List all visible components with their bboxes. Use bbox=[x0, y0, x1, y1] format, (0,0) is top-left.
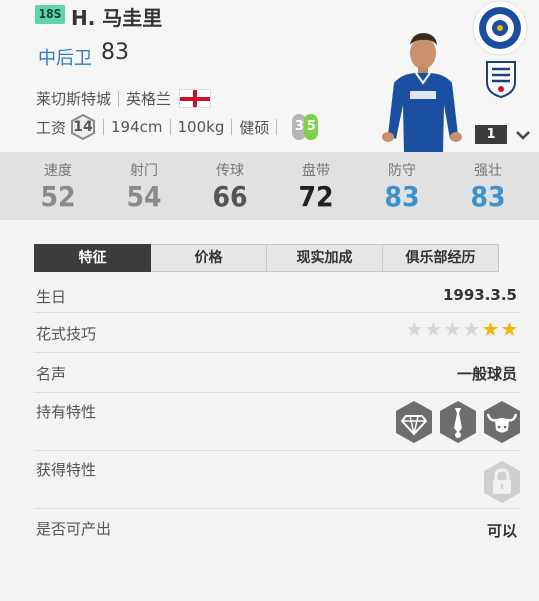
stat-pace: 速度 52 bbox=[23, 160, 93, 214]
stat-label: 传球 bbox=[216, 163, 244, 179]
season-badge: 18S bbox=[35, 5, 65, 24]
stat-passing: 传球 66 bbox=[195, 160, 265, 214]
right-foot-value: 5 bbox=[304, 114, 319, 140]
stat-dribbling: 盘带 72 bbox=[281, 160, 351, 214]
reputation-value: 一般球员 bbox=[456, 365, 517, 383]
leicester-city-crest-icon bbox=[472, 0, 528, 56]
weight-value: 100kg bbox=[177, 118, 225, 136]
stat-label: 强壮 bbox=[474, 163, 502, 179]
level-selector[interactable]: 1 bbox=[475, 125, 507, 144]
nation-name: 英格兰 bbox=[126, 90, 172, 108]
lock-icon[interactable] bbox=[482, 460, 522, 504]
produce-value: 可以 bbox=[486, 522, 517, 540]
stat-value: 54 bbox=[126, 180, 162, 213]
buffalo-icon[interactable] bbox=[482, 400, 522, 444]
stat-label: 速度 bbox=[44, 163, 72, 179]
star-empty-icon: ★ bbox=[424, 317, 443, 341]
attribute-bar: 速度 52 射门 54 传球 66 盘带 72 防守 83 强壮 83 bbox=[0, 152, 539, 220]
birthday-row: 生日 1993.3.5 bbox=[34, 283, 519, 313]
tab-club-history[interactable]: 俱乐部经历 bbox=[383, 244, 499, 272]
stat-label: 射门 bbox=[130, 163, 158, 179]
acquired-traits-row: 获得特性 bbox=[34, 458, 522, 509]
stat-defending: 防守 83 bbox=[367, 160, 437, 214]
salary-label: 工资 bbox=[36, 118, 67, 137]
tab-price[interactable]: 价格 bbox=[151, 244, 267, 272]
stat-physical: 强壮 83 bbox=[453, 160, 523, 214]
salary-value: 14 bbox=[73, 119, 93, 135]
player-name: H. 马圭里 bbox=[71, 6, 163, 30]
stat-shooting: 射门 54 bbox=[109, 160, 179, 214]
birthday-label: 生日 bbox=[36, 288, 67, 306]
stat-label: 盘带 bbox=[302, 163, 330, 179]
skill-moves-label: 花式技巧 bbox=[36, 325, 97, 343]
stat-label: 防守 bbox=[388, 163, 416, 179]
skill-moves-row: 花式技巧 ★ ★ ★ ★ ★ ★ bbox=[34, 317, 519, 353]
star-filled-icon: ★ bbox=[500, 317, 519, 341]
produce-row: 是否可产出 可以 bbox=[34, 516, 519, 546]
star-filled-icon: ★ bbox=[481, 317, 500, 341]
club-nation-row: 莱切斯特城 英格兰 bbox=[36, 88, 212, 109]
acquired-traits-label: 获得特性 bbox=[36, 461, 97, 479]
stat-value: 52 bbox=[40, 180, 76, 213]
reputation-row: 名声 一般球员 bbox=[34, 360, 519, 393]
star-empty-icon: ★ bbox=[405, 317, 424, 341]
divider bbox=[118, 90, 120, 107]
player-position: 中后卫 bbox=[38, 48, 92, 69]
divider bbox=[276, 119, 278, 135]
salary-badge: 14 bbox=[70, 114, 96, 140]
birthday-value: 1993.3.5 bbox=[442, 286, 517, 304]
star-empty-icon: ★ bbox=[462, 317, 481, 341]
tie-icon[interactable] bbox=[438, 400, 478, 444]
player-ovr: 83 bbox=[101, 40, 129, 65]
club-name: 莱切斯特城 bbox=[36, 90, 112, 108]
body-type: 健硕 bbox=[239, 118, 270, 137]
tab-real-bonus[interactable]: 现实加成 bbox=[267, 244, 383, 272]
traits-label: 持有特性 bbox=[36, 403, 97, 421]
skill-stars: ★ ★ ★ ★ ★ ★ bbox=[405, 317, 519, 341]
traits-row: 持有特性 bbox=[34, 400, 522, 451]
height-value: 194cm bbox=[111, 118, 163, 136]
stat-value: 66 bbox=[212, 180, 248, 213]
player-photo bbox=[382, 33, 462, 153]
weak-foot-icon: 3 5 bbox=[292, 114, 319, 140]
divider bbox=[231, 119, 233, 135]
chevron-down-icon[interactable] bbox=[513, 126, 533, 144]
star-empty-icon: ★ bbox=[443, 317, 462, 341]
divider bbox=[169, 119, 171, 135]
stat-value: 83 bbox=[384, 180, 420, 213]
info-row: 工资 14 194cm 100kg 健硕 3 5 bbox=[36, 114, 319, 140]
detail-tabs: 特征 价格 现实加成 俱乐部经历 bbox=[34, 244, 499, 272]
reputation-label: 名声 bbox=[36, 365, 67, 383]
stat-value: 83 bbox=[470, 180, 506, 213]
england-crest-icon bbox=[486, 61, 516, 98]
player-header: 18S H. 马圭里 中后卫 83 莱切斯特城 英格兰 工资 14 194cm … bbox=[0, 0, 539, 153]
tab-traits[interactable]: 特征 bbox=[34, 244, 151, 272]
divider bbox=[103, 119, 105, 135]
england-flag-icon bbox=[179, 89, 212, 108]
produce-label: 是否可产出 bbox=[36, 520, 112, 538]
diamond-icon[interactable] bbox=[394, 400, 434, 444]
stat-value: 72 bbox=[298, 180, 334, 213]
